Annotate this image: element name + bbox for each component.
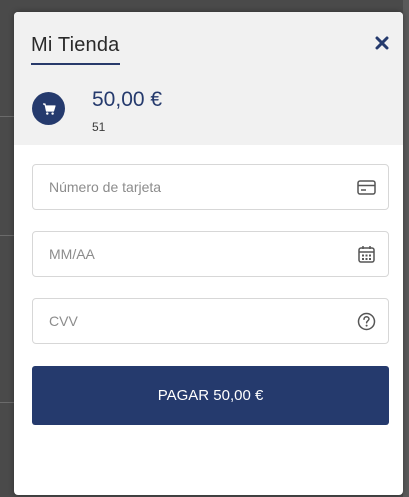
modal-header: Mi Tienda 50,00 € 51 [14,12,403,145]
cart-badge [32,92,65,125]
backdrop-divider [0,402,14,403]
order-number: 51 [92,120,106,134]
store-name-underline [31,63,120,65]
card-number-field[interactable] [32,164,389,210]
backdrop-divider [0,235,14,236]
card-number-input[interactable] [49,165,339,209]
expiry-field[interactable] [32,231,389,277]
cvv-field[interactable] [32,298,389,344]
cvv-input[interactable] [49,299,339,343]
close-button[interactable] [371,32,393,54]
shopping-cart-icon [42,102,56,115]
store-name: Mi Tienda [31,34,120,56]
pay-button[interactable]: PAGAR 50,00 € [32,366,389,425]
calendar-icon [356,244,376,264]
expiry-input[interactable] [49,232,339,276]
help-circle-icon[interactable] [356,311,376,331]
close-icon [375,36,389,50]
backdrop-edge [403,0,409,497]
order-amount: 50,00 € [92,88,163,111]
backdrop-divider [0,116,14,117]
payment-modal: Mi Tienda 50,00 € 51 Número de tarjeta M… [14,12,403,495]
credit-card-icon [356,177,376,197]
